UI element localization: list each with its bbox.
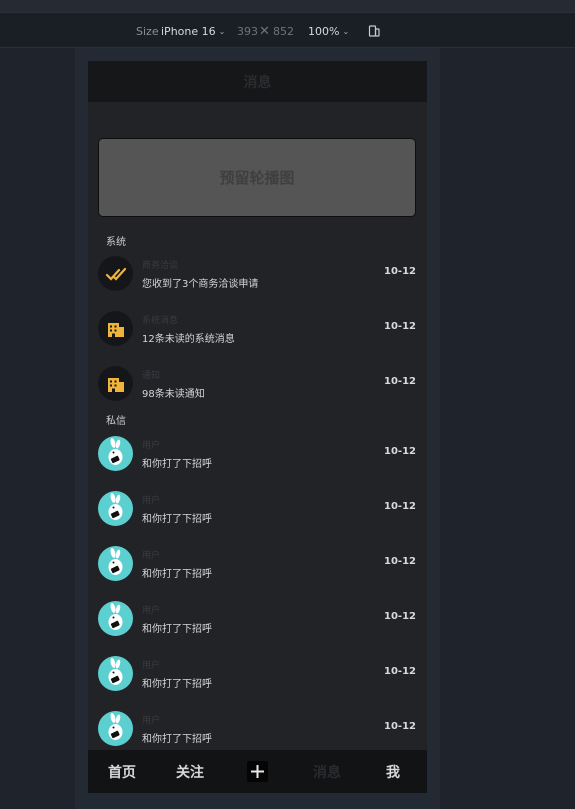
avatar [98, 656, 133, 691]
row-time: 10-12 [384, 556, 416, 567]
tab-messages[interactable]: 消息 [307, 750, 347, 793]
private-item[interactable]: 用户 和你打了下招呼 10-12 [88, 436, 427, 476]
height-input[interactable]: 852 [273, 13, 294, 49]
system-item-system[interactable]: 系统消息 12条未读的系统消息 10-12 [88, 311, 427, 351]
avatar [98, 601, 133, 636]
size-label: Size [136, 24, 159, 38]
banner-placeholder[interactable]: 预留轮播图 [98, 138, 416, 217]
tab-follow[interactable]: 关注 [170, 750, 210, 793]
system-item-notice[interactable]: 通知 98条未读通知 10-12 [88, 366, 427, 406]
row-time: 10-12 [384, 501, 416, 512]
row-name: 用户 [142, 551, 161, 561]
row-message: 和你打了下招呼 [142, 514, 212, 525]
row-name: 用户 [142, 496, 161, 506]
chevron-down-icon: ⌄ [342, 26, 350, 36]
system-item-business[interactable]: 商务洽谈 您收到了3个商务洽谈申请 10-12 [88, 256, 427, 296]
row-message: 和你打了下招呼 [142, 624, 212, 635]
row-name: 用户 [142, 661, 161, 671]
width-input[interactable]: 393 [237, 13, 258, 49]
zoom-select[interactable]: 100% ⌄ [308, 13, 349, 49]
row-message: 12条未读的系统消息 [142, 334, 235, 345]
private-item[interactable]: 用户 和你打了下招呼 10-12 [88, 711, 427, 751]
row-name: 系统消息 [142, 316, 179, 326]
row-name: 用户 [142, 441, 161, 451]
row-name: 用户 [142, 716, 161, 726]
private-item[interactable]: 用户 和你打了下招呼 10-12 [88, 546, 427, 586]
row-time: 10-12 [384, 266, 416, 277]
chevron-down-icon: ⌄ [218, 26, 226, 36]
row-message: 和你打了下招呼 [142, 459, 212, 470]
private-item[interactable]: 用户 和你打了下招呼 10-12 [88, 491, 427, 531]
row-time: 10-12 [384, 611, 416, 622]
private-item[interactable]: 用户 和你打了下招呼 10-12 [88, 656, 427, 696]
avatar [98, 546, 133, 581]
avatar [98, 436, 133, 471]
row-message: 和你打了下招呼 [142, 734, 212, 745]
row-message: 和你打了下招呼 [142, 569, 212, 580]
row-time: 10-12 [384, 721, 416, 732]
page-title: 消息 [243, 74, 272, 91]
building-icon [98, 366, 133, 401]
row-time: 10-12 [384, 321, 416, 332]
row-message: 98条未读通知 [142, 389, 205, 400]
row-name: 通知 [142, 371, 161, 381]
row-message: 您收到了3个商务洽谈申请 [142, 279, 259, 290]
banner-text: 预留轮播图 [219, 169, 295, 187]
nav-bar: 消息 [88, 61, 427, 102]
tab-home[interactable]: 首页 [102, 750, 142, 793]
private-item[interactable]: 用户 和你打了下招呼 10-12 [88, 601, 427, 641]
dimension-separator: ✕ [259, 23, 270, 39]
avatar [98, 711, 133, 746]
tab-me[interactable]: 我 [378, 750, 408, 793]
row-name: 商务洽谈 [142, 261, 179, 271]
row-message: 和你打了下招呼 [142, 679, 212, 690]
row-time: 10-12 [384, 666, 416, 677]
tab-bar: 首页 关注 消息 我 [88, 750, 427, 793]
window-top-strip [0, 0, 575, 12]
avatar [98, 491, 133, 526]
section-title-system: 系统 [106, 237, 126, 248]
double-check-icon [98, 256, 133, 291]
device-toolbar: Size iPhone 16 ⌄ 393 ✕ 852 100% ⌄ [0, 12, 575, 48]
rotate-icon[interactable] [367, 13, 381, 49]
device-name: iPhone 16 [161, 24, 216, 38]
zoom-value: 100% [308, 24, 340, 38]
building-icon [98, 311, 133, 346]
phone-screen: 消息 预留轮播图 系统 商务洽谈 您收到了3个商务洽谈申请 10-12 系统消息… [88, 61, 427, 793]
add-button[interactable] [246, 750, 268, 793]
row-time: 10-12 [384, 376, 416, 387]
row-name: 用户 [142, 606, 161, 616]
section-title-private: 私信 [106, 416, 126, 427]
device-select[interactable]: iPhone 16 ⌄ [161, 13, 225, 49]
plus-icon [246, 761, 268, 782]
row-time: 10-12 [384, 446, 416, 457]
